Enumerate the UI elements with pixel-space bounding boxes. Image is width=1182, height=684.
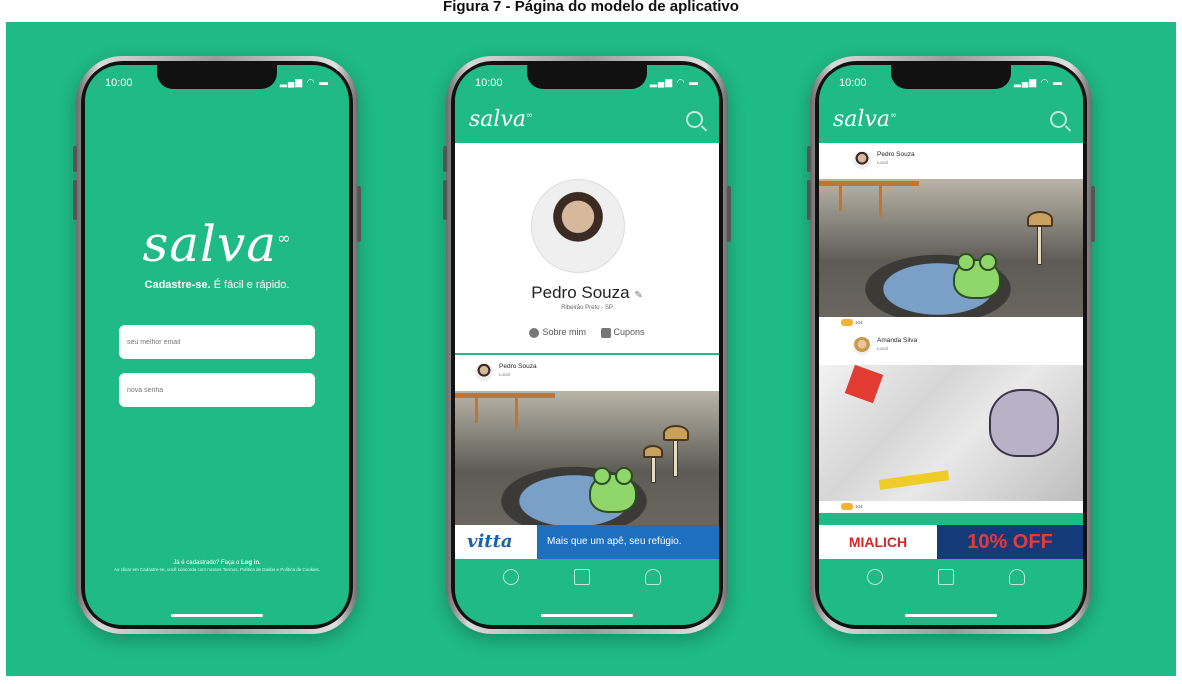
home-icon[interactable] <box>574 569 590 585</box>
mouse-sticker <box>989 389 1059 457</box>
status-bar: 10:00 ▂▄▆ ◠ ▬ <box>839 77 1063 91</box>
post-location: Local <box>499 372 510 377</box>
post-author[interactable]: Pedro Souza <box>499 363 537 370</box>
login-footer: Já é cadastrado? Faça o Log in. Ao clica… <box>85 559 349 573</box>
post-header: Amanda Silva Local <box>819 329 1083 365</box>
phone-feed: 10:00 ▂▄▆ ◠ ▬ salva∞ Pedro Souza Local 1… <box>807 56 1095 634</box>
email-input[interactable] <box>119 325 315 359</box>
profile-tabs: Sobre mim Cupons <box>455 327 719 338</box>
app-header: salva∞ <box>819 95 1083 143</box>
bottom-tab-bar <box>455 559 719 605</box>
header-logo[interactable]: salva∞ <box>469 107 533 132</box>
user-icon[interactable] <box>645 569 661 585</box>
password-input[interactable] <box>119 373 315 407</box>
mushroom-sticker <box>1027 211 1053 227</box>
signal-wifi-battery-icon: ▂▄▆ ◠ ▬ <box>279 77 329 87</box>
coupon-icon <box>600 327 611 338</box>
ad-banner-mialich[interactable]: MIALICH 10% OFF <box>819 525 1083 559</box>
phone-login: 10:00 ▂▄▆ ◠ ▬ salva∞ Cadastre-se. É fáci… <box>73 56 361 634</box>
reaction-emoji-icon <box>841 503 853 510</box>
post-location: Local <box>877 346 888 351</box>
logo-drops-icon: ∞ <box>526 110 533 120</box>
legal-text: Ao clicar em Cadastre-se, você concorda … <box>113 567 320 572</box>
mockup-stage: 10:00 ▂▄▆ ◠ ▬ salva∞ Cadastre-se. É fáci… <box>6 22 1176 676</box>
status-bar: 10:00 ▂▄▆ ◠ ▬ <box>105 77 329 91</box>
tab-coupons[interactable]: Cupons <box>600 327 645 338</box>
home-indicator <box>171 614 263 617</box>
phone-profile: 10:00 ▂▄▆ ◠ ▬ salva∞ Pedro Souza ✎ Ribei… <box>443 56 731 634</box>
ad-banner-vitta[interactable]: vitta Mais que um apê, seu refúgio. <box>455 525 719 559</box>
profile-screen: 10:00 ▂▄▆ ◠ ▬ salva∞ Pedro Souza ✎ Ribei… <box>455 65 719 625</box>
frog-sticker <box>953 253 1001 299</box>
feed-screen: 10:00 ▂▄▆ ◠ ▬ salva∞ Pedro Souza Local 1… <box>819 65 1083 625</box>
logo-drops-icon: ∞ <box>277 228 292 248</box>
frog-sticker <box>589 467 637 513</box>
login-tagline: Cadastre-se. É fácil e rápido. <box>144 279 290 291</box>
signal-wifi-battery-icon: ▂▄▆ ◠ ▬ <box>649 77 699 87</box>
reaction-emoji-icon <box>841 319 853 326</box>
ad-brand: MIALICH <box>819 525 937 559</box>
reactions-row[interactable]: 104 <box>819 501 1083 513</box>
login-link[interactable]: Log in. <box>241 560 261 566</box>
profile-card: Pedro Souza ✎ Ribeirão Preto - SP Sobre … <box>455 143 719 353</box>
mushroom-sticker <box>663 425 689 441</box>
home-icon[interactable] <box>938 569 954 585</box>
profile-avatar <box>531 179 625 273</box>
post-header: Pedro Souza Local <box>819 143 1083 179</box>
reactions-row[interactable]: 104 <box>819 317 1083 329</box>
header-logo[interactable]: salva∞ <box>833 107 897 132</box>
tab-about-me[interactable]: Sobre mim <box>529 327 586 338</box>
post-location: Local <box>877 160 888 165</box>
logo-drops-icon: ∞ <box>890 110 897 120</box>
edit-pencil-icon[interactable]: ✎ <box>634 290 642 301</box>
ad-slogan: Mais que um apê, seu refúgio. <box>537 525 719 559</box>
chat-icon[interactable] <box>867 569 883 585</box>
home-indicator <box>541 614 633 617</box>
avatar[interactable] <box>853 151 871 169</box>
post-photo-pothole[interactable] <box>455 391 719 525</box>
status-time: 10:00 <box>105 77 133 89</box>
status-time: 10:00 <box>839 77 867 89</box>
app-logo: salva∞ <box>142 215 292 273</box>
avatar[interactable] <box>853 337 871 355</box>
chat-icon[interactable] <box>503 569 519 585</box>
profile-location: Ribeirão Preto - SP <box>561 305 613 311</box>
search-icon[interactable] <box>686 111 703 128</box>
signal-wifi-battery-icon: ▂▄▆ ◠ ▬ <box>1013 77 1063 87</box>
ad-brand: vitta <box>467 531 513 552</box>
post-author[interactable]: Pedro Souza <box>877 151 915 158</box>
status-time: 10:00 <box>475 77 503 89</box>
search-icon[interactable] <box>1050 111 1067 128</box>
avatar[interactable] <box>475 363 493 381</box>
home-indicator <box>905 614 997 617</box>
figure-caption: Figura 7 - Página do modelo de aplicativ… <box>443 0 739 15</box>
post-author[interactable]: Amanda Silva <box>877 337 917 344</box>
user-icon[interactable] <box>1009 569 1025 585</box>
login-screen: 10:00 ▂▄▆ ◠ ▬ salva∞ Cadastre-se. É fáci… <box>85 65 349 625</box>
post-photo-trash[interactable] <box>819 365 1083 501</box>
post-photo-pothole[interactable] <box>819 179 1083 317</box>
ad-offer: 10% OFF <box>967 531 1053 553</box>
bottom-tab-bar <box>819 559 1083 605</box>
post-header: Pedro Souza Local <box>455 355 719 391</box>
person-icon <box>529 327 540 338</box>
status-bar: 10:00 ▂▄▆ ◠ ▬ <box>475 77 699 91</box>
profile-name: Pedro Souza ✎ <box>531 283 643 302</box>
app-header: salva∞ <box>455 95 719 143</box>
